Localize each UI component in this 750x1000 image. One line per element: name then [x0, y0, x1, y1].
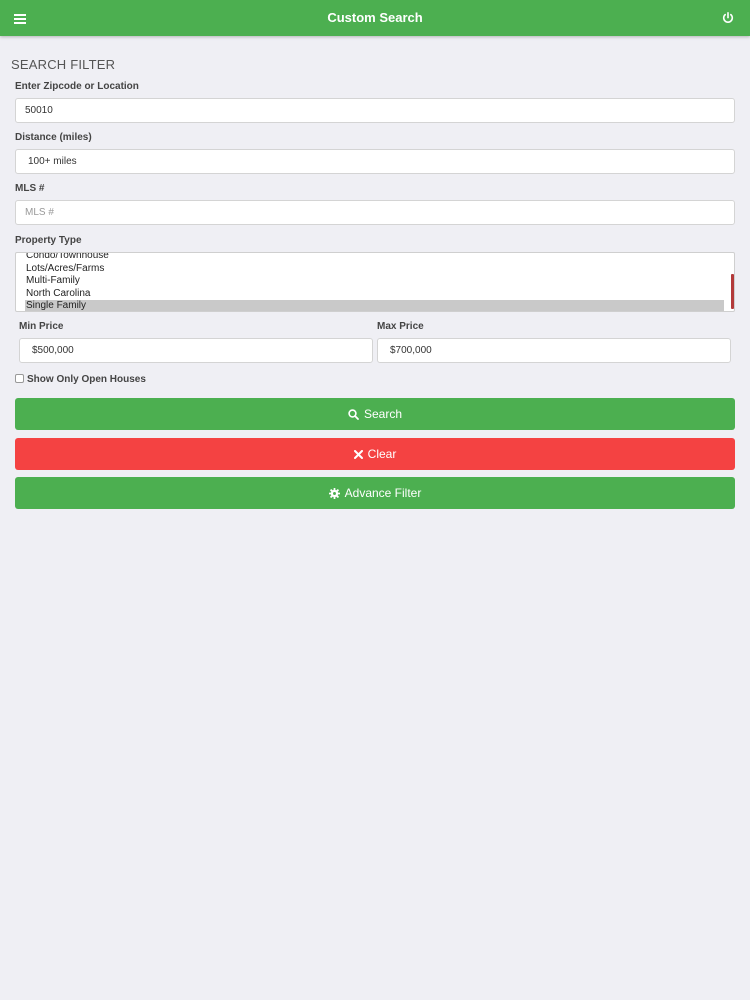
close-icon	[353, 449, 363, 459]
max-price-label: Max Price	[377, 321, 424, 332]
section-title: SEARCH FILTER	[11, 57, 116, 72]
open-houses-label: Show Only Open Houses	[27, 374, 146, 385]
distance-label: Distance (miles)	[15, 132, 92, 143]
mls-label: MLS #	[15, 183, 45, 194]
max-price-select[interactable]: $700,000	[377, 338, 731, 363]
property-type-option[interactable]: Lots/Acres/Farms	[25, 263, 724, 276]
min-price-label: Min Price	[19, 321, 64, 332]
logout-button[interactable]	[720, 10, 736, 26]
clear-button-label: Clear	[367, 447, 397, 461]
distance-select[interactable]: 100+ miles	[15, 149, 735, 174]
advance-filter-button-label: Advance Filter	[344, 486, 422, 500]
page-title: Custom Search	[327, 10, 423, 25]
power-icon	[722, 12, 734, 23]
search-icon	[348, 408, 359, 420]
search-button-label: Search	[363, 407, 403, 421]
min-price-select[interactable]: $500,000	[19, 338, 373, 363]
zipcode-input[interactable]: 50010	[15, 98, 735, 123]
advance-filter-button[interactable]: Advance Filter	[15, 477, 735, 509]
property-type-option[interactable]: North Carolina	[25, 288, 724, 301]
app-header: Custom Search	[0, 0, 750, 36]
zipcode-label: Enter Zipcode or Location	[15, 81, 139, 92]
property-type-option[interactable]: Multi-Family	[25, 275, 724, 288]
property-type-option-selected[interactable]: Single Family	[25, 300, 724, 311]
property-type-label: Property Type	[15, 235, 82, 246]
clear-button[interactable]: Clear	[15, 438, 735, 470]
gear-icon	[328, 487, 340, 499]
mls-input[interactable]	[15, 200, 735, 225]
open-houses-checkbox[interactable]	[15, 374, 24, 383]
property-type-option[interactable]: Condo/Townhouse	[25, 253, 724, 263]
property-type-list[interactable]: Condo/Townhouse Lots/Acres/Farms Multi-F…	[15, 252, 735, 312]
list-scrollbar[interactable]	[731, 274, 734, 309]
search-button[interactable]: Search	[15, 398, 735, 430]
